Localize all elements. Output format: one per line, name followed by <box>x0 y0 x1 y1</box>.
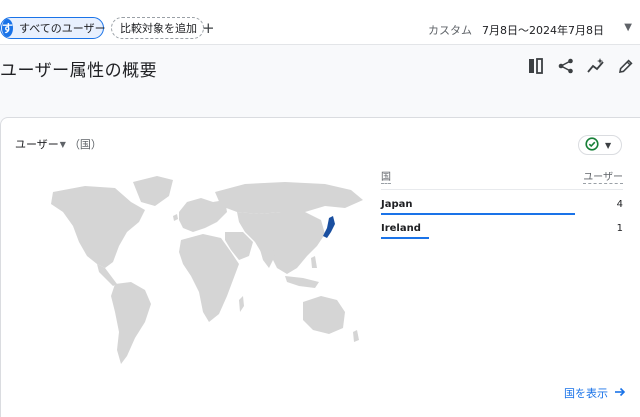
column-header-country[interactable]: 国 <box>381 168 391 184</box>
view-countries-link[interactable]: 国を表示 <box>564 385 626 401</box>
date-range-picker[interactable]: カスタム 7月8日～2024年7月8日 <box>428 22 604 38</box>
plus-icon: + <box>202 18 215 37</box>
data-quality-chip[interactable]: ▼ <box>578 135 622 155</box>
add-comparison-label: 比較対象を追加 <box>120 22 197 35</box>
metric-selector[interactable]: ユーザー <box>15 136 59 152</box>
view-countries-label: 国を表示 <box>564 387 608 400</box>
chevron-down-icon: ▼ <box>605 140 612 150</box>
add-comparison-button[interactable]: 比較対象を追加 + <box>111 17 215 39</box>
row-country-name: Ireland <box>381 223 421 234</box>
metric-dropdown-icon[interactable]: ▼ <box>60 140 66 149</box>
top-bar: す すべてのユーザー 比較対象を追加 + カスタム 7月8日～2024年7月8日… <box>0 0 640 45</box>
date-range-value: 7月8日～2024年7月8日 <box>482 24 604 37</box>
row-user-count: 1 <box>616 223 623 234</box>
map-new-zealand <box>353 330 359 342</box>
map-greenland <box>133 176 173 206</box>
map-russia <box>215 182 363 214</box>
card-title: ユーザー ▼ （国） <box>15 136 102 152</box>
row-share-bar <box>381 237 430 239</box>
dimension-label: （国） <box>68 138 102 151</box>
map-south-america <box>111 282 151 364</box>
map-indonesia <box>285 276 319 288</box>
segment-chip-label: すべてのユーザー <box>19 22 106 35</box>
world-map <box>51 176 363 364</box>
map-philippines <box>311 256 317 268</box>
country-table: 国 ユーザー Japan 4 Ireland 1 <box>381 168 623 239</box>
chevron-down-icon[interactable]: ▼ <box>624 22 632 33</box>
map-madagascar <box>239 296 244 312</box>
map-ireland <box>173 214 178 221</box>
table-row[interactable]: Japan 4 <box>381 190 623 215</box>
column-header-users[interactable]: ユーザー <box>583 168 623 184</box>
edit-icon[interactable] <box>616 56 636 76</box>
users-by-country-card: ユーザー ▼ （国） ▼ 国 ユーザー Japan 4 Ireland 1 国を… <box>0 117 640 417</box>
row-user-count: 4 <box>616 199 623 210</box>
table-header: 国 ユーザー <box>381 168 623 190</box>
report-toolbar <box>526 56 636 76</box>
map-central-america <box>97 264 117 286</box>
row-country-name: Japan <box>381 199 413 210</box>
map-australia <box>303 296 345 334</box>
page-title: ユーザー属性の概要 <box>0 61 158 81</box>
map-north-america <box>51 186 145 268</box>
segment-chip-all-users[interactable]: す すべてのユーザー <box>0 17 106 39</box>
table-row[interactable]: Ireland 1 <box>381 214 623 239</box>
map-india <box>259 246 275 268</box>
segment-avatar: す <box>2 19 13 37</box>
date-range-type: カスタム <box>428 24 472 37</box>
check-circle-icon <box>585 136 599 155</box>
share-icon[interactable] <box>556 56 576 76</box>
insights-icon[interactable] <box>586 56 606 76</box>
arrow-right-icon <box>614 386 626 401</box>
compare-columns-icon[interactable] <box>526 56 546 76</box>
map-japan <box>323 216 335 238</box>
